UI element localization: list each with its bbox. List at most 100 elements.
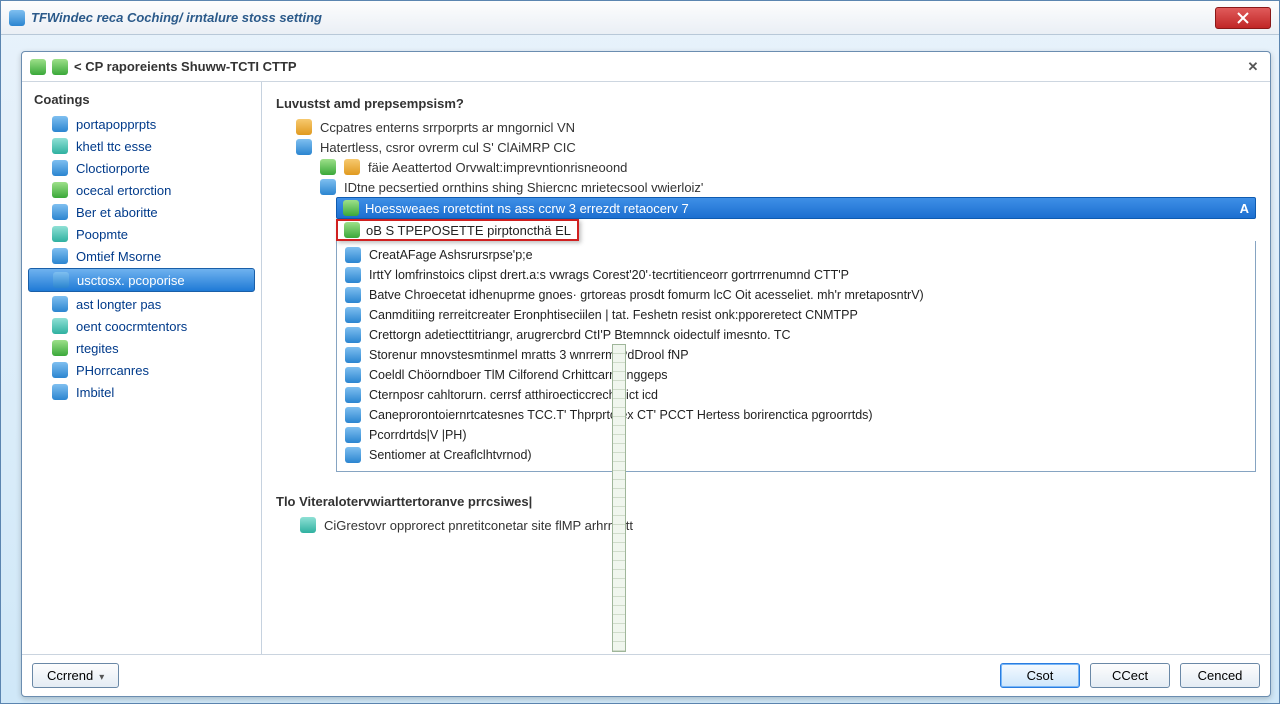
apply-button[interactable]: CCect xyxy=(1090,663,1170,688)
item-icon xyxy=(345,407,361,423)
sidebar-item-icon xyxy=(52,248,68,264)
sidebar-item-label: ocecal ertorction xyxy=(76,183,171,198)
sidebar-item[interactable]: Imbitel xyxy=(22,381,261,403)
sidebar-item-icon xyxy=(52,204,68,220)
highlight-text: oB S TPEPOSETTE pirptoncthä EL xyxy=(366,223,571,238)
tree-item[interactable]: IDtne pecsertied ornthins shing Shiercnc… xyxy=(276,177,1256,197)
sidebar-item[interactable]: oent coocrmtentors xyxy=(22,315,261,337)
item-label: Storenur mnovstesmtinmel mratts 3 wnrrer… xyxy=(369,348,689,362)
sidebar-header: Coatings xyxy=(22,88,261,113)
sidebar-item[interactable]: Ber et aboritte xyxy=(22,201,261,223)
app-icon xyxy=(343,200,359,216)
ok-button[interactable]: Csot xyxy=(1000,663,1080,688)
item-label: Canmditiing rerreitcreater Eronphtisecii… xyxy=(369,308,858,322)
dropdown-item[interactable]: Batve Chroecetat idhenuprme gnoes· grtor… xyxy=(339,285,1253,305)
dialog-icon-2 xyxy=(52,59,68,75)
dropdown-item[interactable]: Canmditiing rerreitcreater Eronphtisecii… xyxy=(339,305,1253,325)
dropdown-item[interactable]: Sentiomer at Creaflclhtvrnod) xyxy=(339,445,1253,465)
tree-item[interactable]: Hatertless, csror ovrerm cul S' ClAiMRP … xyxy=(276,137,1256,157)
sidebar-item-label: Poopmte xyxy=(76,227,128,242)
sidebar-item-icon xyxy=(52,226,68,242)
sidebar-item[interactable]: ocecal ertorction xyxy=(22,179,261,201)
outer-close-button[interactable] xyxy=(1215,7,1271,29)
section-heading: Luvustst amd prepsempsism? xyxy=(276,96,1256,111)
item-icon xyxy=(345,307,361,323)
selected-tree-row[interactable]: Hoessweaes roretctint ns ass ccrw 3 erre… xyxy=(336,197,1256,219)
sidebar-item-label: Imbitel xyxy=(76,385,114,400)
sidebar-item-icon xyxy=(52,318,68,334)
left-split-button[interactable]: Ccrrend xyxy=(32,663,119,688)
inner-title-text: < CP raporeients Shuww-TCTI CTTP xyxy=(74,59,297,74)
item-icon xyxy=(345,427,361,443)
dropdown-item[interactable]: Storenur mnovstesmtinmel mratts 3 wnrrer… xyxy=(339,345,1253,365)
inner-close-button[interactable]: ✕ xyxy=(1244,58,1262,76)
sidebar-item-label: ast longter pas xyxy=(76,297,161,312)
item-icon xyxy=(345,447,361,463)
sidebar-item-label: portapopprpts xyxy=(76,117,156,132)
sidebar-item[interactable]: khetl ttc esse xyxy=(22,135,261,157)
folder-icon xyxy=(344,159,360,175)
outer-window: TFWindec reca Coching/ irntalure stoss s… xyxy=(0,0,1280,704)
sidebar-item[interactable]: Poopmte xyxy=(22,223,261,245)
item-label: Batve Chroecetat idhenuprme gnoes· grtor… xyxy=(369,288,924,302)
sidebar-item[interactable]: PHorrcanres xyxy=(22,359,261,381)
inner-title: < CP raporeients Shuww-TCTI CTTP xyxy=(30,59,1244,75)
sidebar-item[interactable]: portapopprpts xyxy=(22,113,261,135)
inner-body: Coatings portapopprpts khetl ttc esse Cloc… xyxy=(22,82,1270,654)
dropdown-item[interactable]: CreatAFage Ashsrursrpse'p;e xyxy=(339,245,1253,265)
app-icon xyxy=(9,10,25,26)
footer-heading: Tlo Viteralotervwiarttertoranve prrcsiwe… xyxy=(276,494,1256,509)
sidebar-item-icon xyxy=(52,160,68,176)
outer-window-title: TFWindec reca Coching/ irntalure stoss s… xyxy=(9,10,1215,26)
sidebar-item-icon xyxy=(53,272,69,288)
sidebar-item-icon xyxy=(52,296,68,312)
item-icon xyxy=(345,327,361,343)
dropdown-item[interactable]: Caneprorontoiernrtcatesnes TCC.T' Thprpr… xyxy=(339,405,1253,425)
globe-icon xyxy=(296,139,312,155)
cancel-button[interactable]: Cenced xyxy=(1180,663,1260,688)
sidebar-item[interactable]: usctosx. pcoporise xyxy=(28,268,255,292)
item-icon xyxy=(345,367,361,383)
dropdown-item[interactable]: IrttY lomfrinstoics clipst drert.a:s vwr… xyxy=(339,265,1253,285)
sidebar: Coatings portapopprpts khetl ttc esse Cloc… xyxy=(22,82,262,654)
item-icon xyxy=(345,267,361,283)
tree-item[interactable]: Ccpatres enterns srrporprts ar mngornicl… xyxy=(276,117,1256,137)
sidebar-item[interactable]: rtegites xyxy=(22,337,261,359)
item-label: Pcorrdrtds|V |PH) xyxy=(369,428,467,442)
sidebar-item[interactable]: Cloctiorporte xyxy=(22,157,261,179)
tree-item[interactable]: fäie Aeattertod Orvwalt:imprevntionrisne… xyxy=(276,157,1256,177)
sidebar-item-label: rtegites xyxy=(76,341,119,356)
sidebar-item-label: khetl ttc esse xyxy=(76,139,152,154)
highlighted-dropdown[interactable]: oB S TPEPOSETTE pirptoncthä EL xyxy=(336,219,579,241)
sidebar-item-label: Omtief Msorne xyxy=(76,249,161,264)
selected-row-text: Hoessweaes roretctint ns ass ccrw 3 erre… xyxy=(365,201,689,216)
page-icon xyxy=(320,179,336,195)
sidebar-item[interactable]: ast longter pas xyxy=(22,293,261,315)
item-label: Sentiomer at Creaflclhtvrnod) xyxy=(369,448,532,462)
footer-line-text: CiGrestovr opprorect pnretitconetar site… xyxy=(324,518,633,533)
item-icon xyxy=(344,222,360,238)
key-icon xyxy=(296,119,312,135)
dropdown-item[interactable]: Crettorgn adetiecttitriangr, arugrercbrd… xyxy=(339,325,1253,345)
dropdown-item[interactable]: Pcorrdrtds|V |PH) xyxy=(339,425,1253,445)
folder-icon xyxy=(320,159,336,175)
sidebar-item-label: Ber et aboritte xyxy=(76,205,158,220)
sidebar-item[interactable]: Omtief Msorne xyxy=(22,245,261,267)
sidebar-item-icon xyxy=(52,340,68,356)
sidebar-item-label: PHorrcanres xyxy=(76,363,149,378)
item-label: Crettorgn adetiecttitriangr, arugrercbrd… xyxy=(369,328,791,342)
item-label: IrttY lomfrinstoics clipst drert.a:s vwr… xyxy=(369,268,849,282)
sidebar-item-icon xyxy=(52,182,68,198)
tree-label: Hatertless, csror ovrerm cul S' ClAiMRP … xyxy=(320,140,576,155)
sidebar-item-label: Cloctiorporte xyxy=(76,161,150,176)
main-pane: Luvustst amd prepsempsism? Ccpatres ente… xyxy=(262,82,1270,654)
dropdown-item[interactable]: Cternposr cahltorurn. cerrsf atthiroecti… xyxy=(339,385,1253,405)
tree-label: Ccpatres enterns srrporprts ar mngornicl… xyxy=(320,120,575,135)
dropdown-item[interactable]: Coeldl Chöorndboer TlM Cilforend Crhittc… xyxy=(339,365,1253,385)
sidebar-item-icon xyxy=(52,384,68,400)
dropdown-list: CreatAFage Ashsrursrpse'p;e IrttY lomfrin… xyxy=(336,241,1256,472)
item-icon xyxy=(345,287,361,303)
inner-titlebar: < CP raporeients Shuww-TCTI CTTP ✕ xyxy=(22,52,1270,82)
outer-titlebar: TFWindec reca Coching/ irntalure stoss s… xyxy=(1,1,1279,35)
sidebar-item-label: usctosx. pcoporise xyxy=(77,273,185,288)
